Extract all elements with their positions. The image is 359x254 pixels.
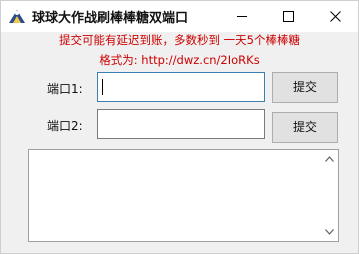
log-scrollbar[interactable]: [321, 150, 338, 241]
maximize-icon: [283, 11, 294, 22]
log-textarea[interactable]: [28, 149, 339, 242]
notice-line-2: 格式为: http://dwz.cn/2IoRKs: [99, 53, 260, 67]
scroll-up-arrow-icon[interactable]: [325, 156, 334, 162]
window-title: 球球大作战刷棒棒糖双端口: [32, 11, 189, 26]
app-icon: [9, 10, 25, 23]
scroll-down-arrow-icon[interactable]: [325, 229, 334, 235]
close-icon: [330, 11, 341, 22]
app-window: 球球大作战刷棒棒糖双端口 提交可能有延迟到账，多数秒到 一天5个棒棒糖 格式为:…: [0, 0, 359, 254]
port-1-input[interactable]: [97, 72, 265, 102]
maximize-button[interactable]: [265, 1, 311, 32]
port-2-input[interactable]: [97, 109, 265, 139]
minimize-icon: [237, 16, 247, 17]
port-2-label: 端口2:: [47, 119, 83, 133]
port-2-submit-button[interactable]: 提交: [272, 112, 338, 143]
close-button[interactable]: [312, 1, 358, 32]
text-caret: [102, 79, 103, 95]
title-bar[interactable]: 球球大作战刷棒棒糖双端口: [1, 1, 358, 32]
port-1-label: 端口1:: [47, 82, 83, 96]
notice-line-1: 提交可能有延迟到账，多数秒到 一天5个棒棒糖: [59, 33, 300, 47]
minimize-button[interactable]: [219, 1, 265, 32]
port-1-submit-button[interactable]: 提交: [272, 72, 338, 103]
